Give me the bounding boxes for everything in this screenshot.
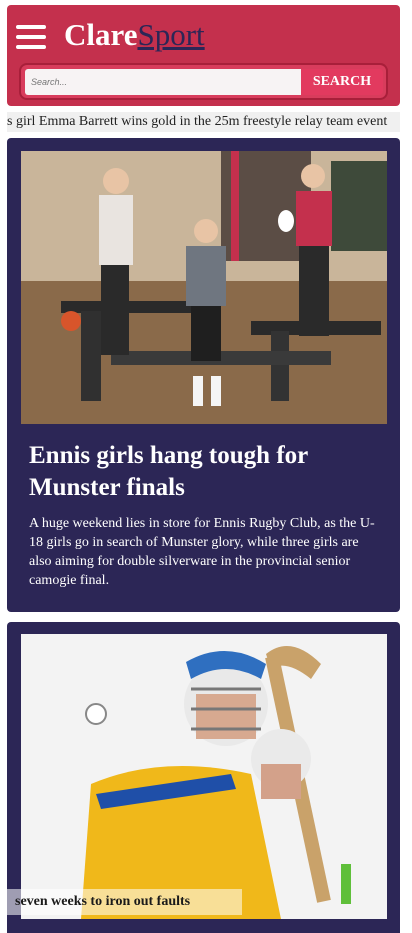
article-card[interactable]: Ennis girls hang tough for Munster final… — [7, 138, 400, 612]
article-summary: A huge weekend lies in store for Ennis R… — [29, 516, 375, 588]
news-ticker[interactable]: s girl Emma Barrett wins gold in the 25m… — [7, 112, 400, 132]
logo-sport[interactable]: Sport — [137, 17, 204, 52]
hurling-photo-illustration — [21, 634, 387, 919]
article-image[interactable] — [21, 634, 387, 919]
gym-photo-illustration — [21, 151, 387, 424]
logo-clare: Clare — [64, 17, 138, 52]
search-input[interactable] — [25, 69, 301, 95]
article-card[interactable]: seven weeks to iron out faults — [7, 622, 400, 933]
search-button[interactable]: SEARCH — [301, 69, 383, 95]
menu-icon[interactable] — [16, 25, 46, 49]
article-image[interactable] — [21, 151, 387, 424]
article-headline[interactable]: Ennis girls hang tough for Munster final… — [29, 440, 369, 504]
image-caption: seven weeks to iron out faults — [7, 889, 242, 915]
search-bar: SEARCH — [19, 63, 388, 100]
site-header: ClareSport SEARCH — [7, 5, 400, 106]
ticker-text[interactable]: s girl Emma Barrett wins gold in the 25m… — [7, 114, 387, 129]
site-logo[interactable]: ClareSport — [64, 15, 205, 55]
